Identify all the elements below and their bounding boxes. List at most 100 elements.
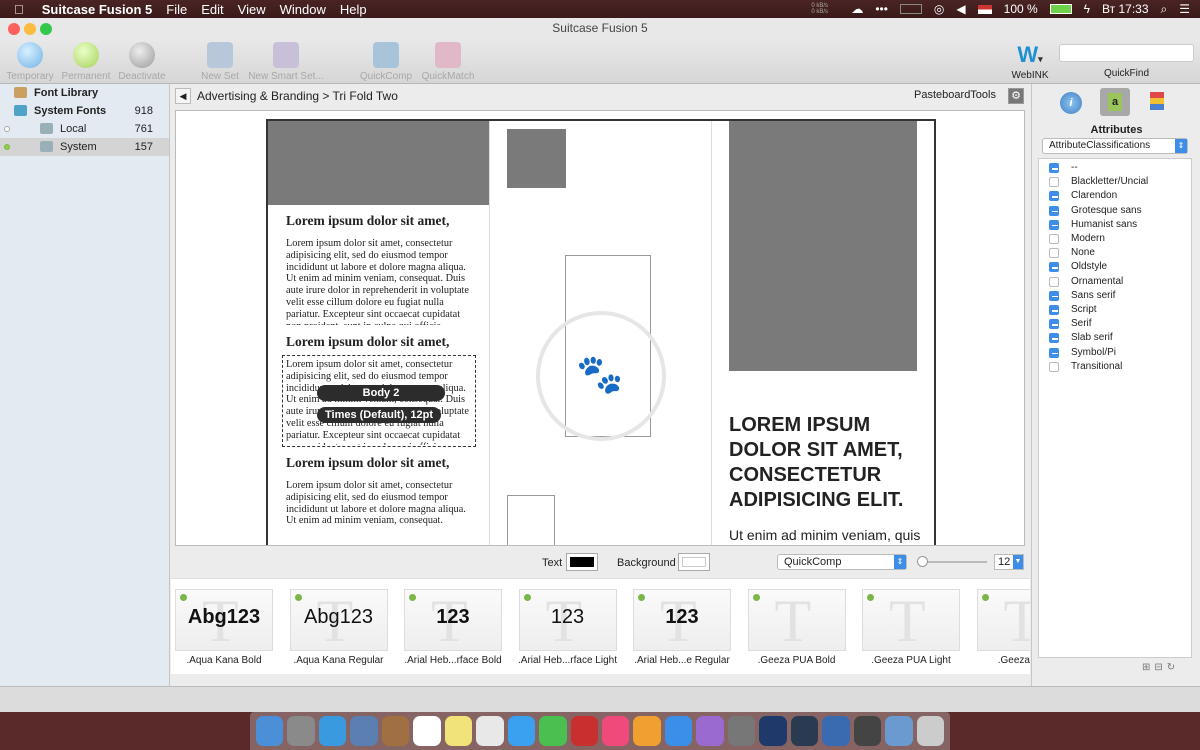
checkbox[interactable]: [1049, 290, 1059, 301]
ibooks-icon[interactable]: [633, 716, 661, 746]
menu-help[interactable]: Help: [340, 2, 367, 17]
deactivate-button[interactable]: Deactivate: [112, 40, 172, 82]
attribute-item[interactable]: None: [1049, 246, 1189, 260]
lightroom-icon[interactable]: [790, 716, 819, 746]
calendar-icon[interactable]: [413, 716, 441, 746]
refresh-button[interactable]: ↻: [1167, 662, 1179, 673]
apple-icon[interactable]: : [14, 2, 24, 17]
attribute-item[interactable]: Serif: [1049, 317, 1189, 331]
font-preview-card[interactable]: T 123: [518, 589, 617, 652]
photo-booth-icon[interactable]: [570, 716, 598, 746]
font-preview-card[interactable]: T: [747, 589, 846, 652]
battery-percent[interactable]: 100 %: [1004, 2, 1038, 16]
font-preview-card[interactable]: T 123: [404, 589, 502, 652]
back-button[interactable]: ◀: [175, 88, 191, 104]
safari-icon[interactable]: [318, 716, 347, 746]
menu-view[interactable]: View: [238, 2, 266, 17]
temporary-button[interactable]: Temporary: [0, 40, 60, 82]
checkbox[interactable]: [1049, 361, 1059, 372]
zoom-button[interactable]: [40, 23, 52, 35]
mode-select[interactable]: QuickComp ⇕: [777, 554, 907, 570]
checkbox[interactable]: [1049, 333, 1059, 344]
notes-icon[interactable]: [381, 716, 410, 746]
launchpad-icon[interactable]: [287, 716, 315, 746]
checkbox[interactable]: [1049, 262, 1059, 273]
attribute-item[interactable]: Ornamental: [1049, 275, 1189, 289]
permanent-button[interactable]: Permanent: [56, 40, 116, 82]
pasteboard-tools-label[interactable]: PasteboardTools: [914, 89, 996, 101]
gear-icon[interactable]: ⚙: [1008, 88, 1024, 104]
font-preview-card[interactable]: T: [976, 589, 1030, 652]
attribute-item[interactable]: Symbol/Pi: [1049, 346, 1189, 360]
active-status-icon[interactable]: [4, 144, 10, 150]
font-preview-card[interactable]: T Abg123: [175, 589, 273, 652]
attribute-item[interactable]: Grotesque sans: [1049, 204, 1189, 218]
checkbox[interactable]: [1049, 347, 1059, 358]
quickcomp-button[interactable]: QuickComp: [356, 40, 416, 82]
webink-button[interactable]: W▾ WebINK: [1000, 40, 1060, 81]
volume-icon[interactable]: ◀: [956, 2, 965, 16]
sidebar-item-system-fonts[interactable]: System Fonts 918: [0, 102, 169, 120]
checkbox[interactable]: [1049, 205, 1059, 216]
sidebar-item-font-library[interactable]: Font Library: [0, 84, 169, 102]
menu-app[interactable]: Suitcase Fusion 5: [42, 2, 153, 17]
text-color-well[interactable]: [566, 553, 598, 571]
reminders-icon[interactable]: [476, 716, 504, 746]
checkbox[interactable]: [1049, 177, 1059, 188]
clock[interactable]: Вт 17:33: [1102, 2, 1148, 16]
quickfind-input[interactable]: [1059, 44, 1194, 62]
attribute-item[interactable]: Humanist sans: [1049, 218, 1189, 232]
checkbox[interactable]: [1049, 319, 1059, 330]
checkbox[interactable]: [1049, 276, 1059, 287]
size-field[interactable]: 12 ▼: [994, 554, 1024, 570]
photoshop-icon[interactable]: [759, 716, 787, 746]
preview-icon[interactable]: [350, 716, 378, 746]
itunes-icon[interactable]: [601, 716, 630, 746]
document-canvas[interactable]: Lorem ipsum dolor sit amet, Lorem ipsum …: [175, 110, 1025, 546]
attribute-item[interactable]: Sans serif: [1049, 289, 1189, 303]
quickmatch-button[interactable]: QuickMatch: [418, 40, 478, 82]
attribute-set-select[interactable]: AttributeClassifications ⇕: [1042, 138, 1188, 154]
checkbox[interactable]: [1049, 191, 1059, 202]
font-preview-card[interactable]: T 123: [633, 589, 731, 652]
stickies-icon[interactable]: [444, 716, 473, 746]
checkbox[interactable]: [1049, 305, 1059, 315]
menu-window[interactable]: Window: [280, 2, 326, 17]
attribute-item[interactable]: Modern: [1049, 232, 1189, 246]
minimize-button[interactable]: [24, 23, 36, 35]
trash-icon[interactable]: [916, 716, 944, 746]
wifi-icon[interactable]: ◎: [934, 2, 944, 16]
font-preview-card[interactable]: T Abg123: [289, 589, 388, 652]
size-slider-thumb[interactable]: [917, 556, 928, 567]
finder-icon[interactable]: [256, 716, 284, 746]
sidebar-item-local[interactable]: Local 761: [0, 120, 169, 138]
attribute-item[interactable]: Script: [1049, 303, 1189, 317]
spotlight-icon[interactable]: ⌕: [1161, 2, 1168, 17]
notification-center-icon[interactable]: ☰: [1179, 2, 1190, 16]
facetime-icon[interactable]: [539, 716, 567, 746]
info-icon[interactable]: i: [1060, 92, 1082, 114]
podcast-icon[interactable]: [696, 716, 724, 746]
display-icon[interactable]: [899, 4, 922, 14]
attributes-tab-icon[interactable]: a: [1100, 88, 1130, 116]
new-smart-set-button[interactable]: New Smart Set...: [246, 40, 326, 82]
flag-icon[interactable]: [977, 4, 992, 14]
messages-icon[interactable]: [507, 716, 536, 746]
checkbox[interactable]: [1049, 163, 1059, 173]
font-preview-card[interactable]: T: [862, 589, 960, 652]
color-tags-icon[interactable]: [1150, 92, 1164, 110]
cloud-icon[interactable]: ☁: [851, 2, 863, 16]
menu-edit[interactable]: Edit: [201, 2, 223, 17]
remove-button[interactable]: ⊟: [1154, 662, 1166, 673]
inactive-status-icon[interactable]: [4, 126, 10, 132]
attribute-item[interactable]: Blackletter/Uncial: [1049, 175, 1189, 189]
new-set-button[interactable]: New Set: [190, 40, 250, 82]
checkbox[interactable]: [1049, 234, 1059, 244]
add-button[interactable]: ⊞: [1142, 662, 1154, 673]
attribute-item[interactable]: Slab serif: [1049, 331, 1189, 345]
suitcase-icon[interactable]: [822, 716, 850, 746]
close-button[interactable]: [8, 23, 20, 35]
menu-file[interactable]: File: [166, 2, 187, 17]
background-color-well[interactable]: [678, 553, 710, 571]
sidebar-item-system[interactable]: System 157: [0, 138, 169, 156]
